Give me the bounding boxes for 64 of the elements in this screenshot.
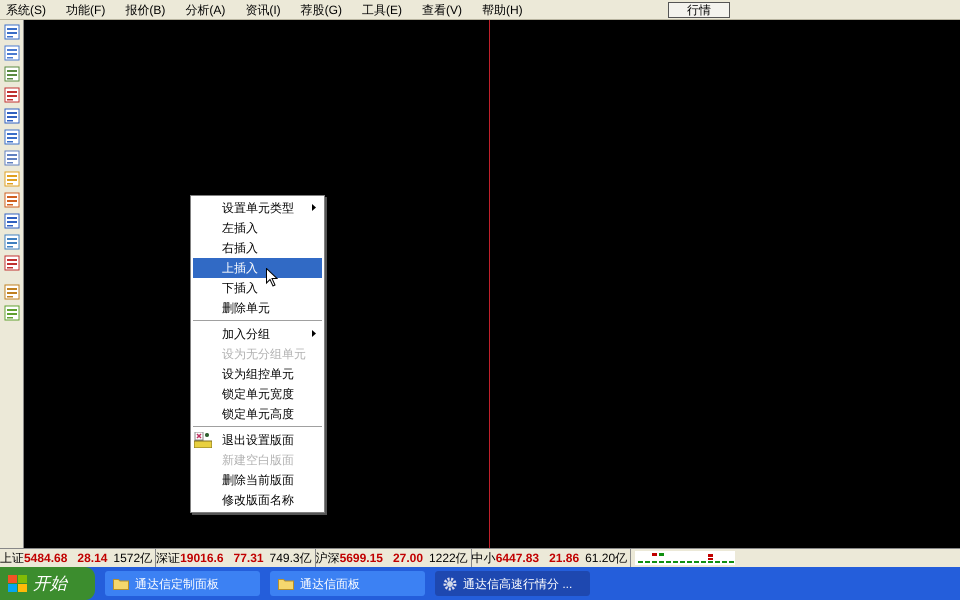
layout-exit-icon	[194, 432, 212, 448]
context-menu-item[interactable]: 锁定单元高度	[193, 404, 322, 424]
menu-item[interactable]: 系统(S)	[6, 0, 46, 18]
toolbar-icon[interactable]	[4, 234, 20, 250]
index-value: 19016.6	[180, 550, 224, 567]
menu-item[interactable]: 功能(F)	[66, 0, 106, 18]
menu-item[interactable]: 工具(E)	[362, 0, 402, 18]
index-name: 上证	[0, 550, 24, 567]
toolbar-icon[interactable]	[4, 87, 20, 103]
menu-item[interactable]: 荐股(G)	[300, 0, 342, 18]
start-button[interactable]: 开始	[0, 567, 95, 600]
index-name: 深证	[156, 550, 180, 567]
turnover-amount: 749.3亿	[270, 550, 312, 567]
turnover-amount: 61.20亿	[585, 550, 628, 567]
taskbar-button[interactable]: 通达信定制面板	[105, 571, 260, 596]
toolbar-icon[interactable]	[4, 255, 20, 271]
context-menu-item[interactable]: 设为组控单元	[193, 364, 322, 384]
index-value: 5484.68	[24, 550, 68, 567]
toolbar-icon[interactable]	[4, 66, 20, 82]
index-change: 28.14	[77, 550, 108, 567]
toolbar-icon[interactable]	[4, 24, 20, 40]
toolbar-icon[interactable]	[4, 45, 20, 61]
index-change: 77.31	[234, 550, 264, 567]
mouse-cursor-icon	[266, 268, 278, 287]
submenu-arrow-icon	[312, 204, 316, 211]
context-menu-item[interactable]: 退出设置版面	[193, 430, 322, 450]
context-menu-item[interactable]: 左插入	[193, 218, 322, 238]
windows-logo-icon	[8, 574, 28, 592]
toolbar-icon[interactable]	[4, 129, 20, 145]
quote-button[interactable]: 行情	[668, 2, 730, 18]
index-name: 沪深	[316, 550, 340, 567]
toolbar-icon[interactable]	[4, 192, 20, 208]
context-menu-item[interactable]: 设置单元类型	[193, 198, 322, 218]
toolbar-icon[interactable]	[4, 108, 20, 124]
taskbar-button[interactable]: 通达信高速行情分 ...	[435, 571, 590, 596]
toolbar-icon[interactable]	[4, 213, 20, 229]
submenu-arrow-icon	[312, 330, 316, 337]
context-menu-item[interactable]: 修改版面名称	[193, 490, 322, 510]
turnover-amount: 1572亿	[113, 550, 152, 567]
context-menu-item[interactable]: 上插入	[193, 258, 322, 278]
context-menu-item[interactable]: 删除当前版面	[193, 470, 322, 490]
folder-icon	[113, 577, 129, 590]
menu-item[interactable]: 查看(V)	[422, 0, 462, 18]
context-menu-item[interactable]: 右插入	[193, 238, 322, 258]
index-value: 5699.15	[340, 550, 383, 567]
index-change: 21.86	[549, 550, 580, 567]
index-value: 6447.83	[496, 550, 540, 567]
toolbar-icon[interactable]	[4, 305, 20, 321]
gear-icon	[443, 576, 457, 590]
menu-item[interactable]: 分析(A)	[185, 0, 226, 18]
toolbar-icon[interactable]	[4, 284, 20, 300]
turnover-amount: 1222亿	[429, 550, 468, 567]
menu-item[interactable]: 资讯(I)	[245, 0, 281, 18]
menu-item[interactable]: 报价(B)	[125, 0, 166, 18]
folder-icon	[278, 577, 294, 590]
context-menu-item[interactable]: 删除单元	[193, 298, 322, 318]
context-menu-item[interactable]: 锁定单元宽度	[193, 384, 322, 404]
index-change: 27.00	[392, 550, 423, 567]
taskbar-button[interactable]: 通达信面板	[270, 571, 425, 596]
menu-item[interactable]: 帮助(H)	[482, 0, 523, 18]
toolbar-icon[interactable]	[4, 150, 20, 166]
context-menu-item[interactable]: 加入分组	[193, 324, 322, 344]
index-name: 中小	[472, 550, 496, 567]
context-menu-item[interactable]: 下插入	[193, 278, 322, 298]
